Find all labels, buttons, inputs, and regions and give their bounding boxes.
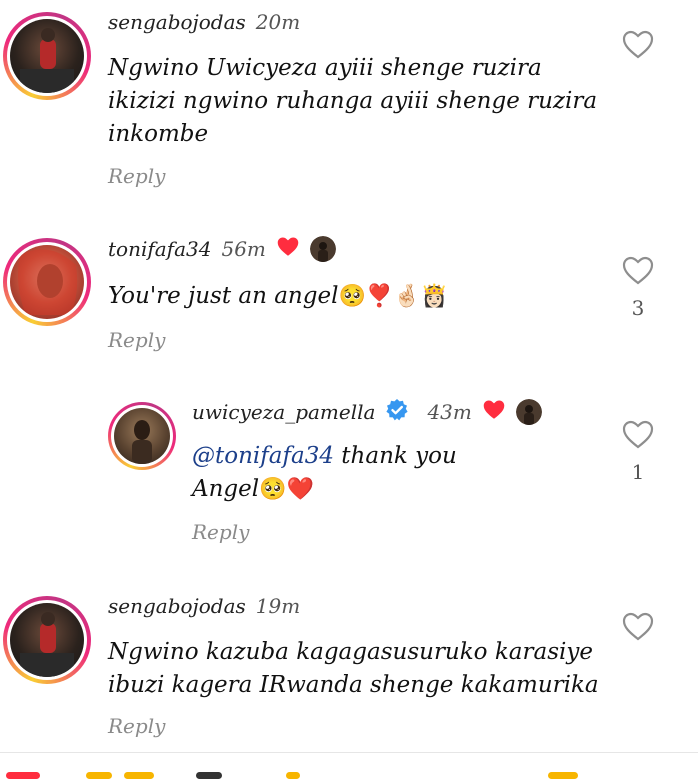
creator-liked-heart-icon [276,236,300,262]
reply-button[interactable]: Reply [108,164,165,188]
emoji-sequence: 🥺❤️ [259,477,314,502]
verified-badge-icon [385,398,409,426]
comment-text: @tonifafa34 thank you Angel🥺❤️ [192,443,457,502]
comment-time: 19m [255,594,301,618]
like-heart-icon[interactable] [622,420,654,450]
comment-time: 43m [427,400,472,424]
avatar[interactable] [3,12,91,100]
reply-button[interactable]: Reply [192,520,249,544]
quick-reactions-bar [0,766,698,779]
avatar[interactable] [3,238,91,326]
comment-username[interactable]: sengabojodas [108,10,246,34]
mention-link[interactable]: @tonifafa34 [192,443,334,469]
avatar[interactable] [3,596,91,684]
comment-text: Ngwino kazuba kagagasusuruko karasiye ib… [108,639,599,698]
comment-username[interactable]: uwicyeza_pamella [192,400,375,424]
like-heart-icon[interactable] [622,256,654,286]
creator-avatar-icon [309,236,336,262]
avatar[interactable] [108,402,176,470]
comment-time: 20m [255,10,301,34]
comment-username[interactable]: tonifafa34 [108,237,211,261]
comment-text: Ngwino Uwicyeza ayiii shenge ruzira ikiz… [108,55,598,147]
like-count: 3 [631,296,645,320]
creator-liked-heart-icon [482,399,506,425]
comment-time: 56m [221,237,266,261]
comment-username[interactable]: sengabojodas [108,594,246,618]
like-count: 1 [631,460,645,484]
emoji-sequence: 🥺❣️🤞🏻👸🏻 [338,284,449,309]
comment-text: You're just an angel🥺❣️🤞🏻👸🏻 [108,283,449,309]
like-heart-icon[interactable] [622,30,654,60]
divider [0,752,698,753]
like-heart-icon[interactable] [622,612,654,642]
creator-avatar-icon [515,399,542,425]
reply-button[interactable]: Reply [108,714,165,738]
reply-button[interactable]: Reply [108,328,165,352]
